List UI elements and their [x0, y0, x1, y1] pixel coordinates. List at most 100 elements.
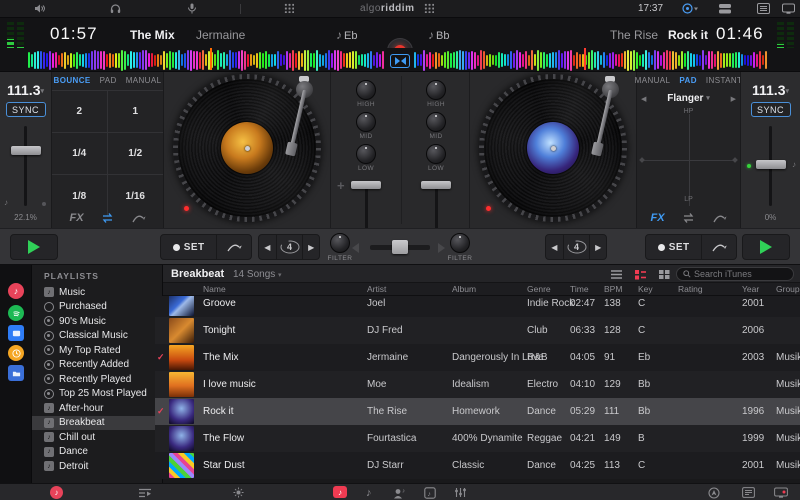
sidebar-item-my-top-rated[interactable]: My Top Rated	[32, 343, 162, 358]
tab-instant[interactable]: INSTANT	[706, 76, 742, 85]
history-source-icon[interactable]	[8, 345, 24, 361]
cue-jump-icon[interactable]	[712, 212, 727, 224]
column-header-bpm[interactable]: BPM	[604, 284, 622, 294]
spotify-source-icon[interactable]	[8, 305, 24, 321]
waveform-right[interactable]	[414, 49, 770, 71]
tab-bounce[interactable]: BOUNCE	[54, 76, 91, 85]
column-header-album[interactable]: Album	[452, 284, 476, 294]
play-button-left[interactable]	[10, 234, 58, 260]
tempo-handle-right[interactable]	[756, 160, 786, 169]
sidebar-item-chill-out[interactable]: ♪Chill out	[32, 430, 162, 445]
music-library-source-icon[interactable]: ♪	[50, 486, 63, 499]
genres-tab-icon[interactable]	[454, 487, 467, 498]
tonearm-left[interactable]	[296, 76, 326, 166]
display-icon[interactable]	[782, 3, 795, 14]
speaker-icon[interactable]	[34, 3, 45, 14]
headphones-icon[interactable]	[110, 3, 121, 14]
display-output-icon[interactable]	[774, 487, 788, 498]
loop-halve-button-right[interactable]: ◀	[546, 235, 563, 259]
artists-tab-icon[interactable]: ♪	[393, 488, 406, 499]
automix-icon[interactable]	[708, 487, 720, 499]
queue-icon[interactable]	[138, 488, 152, 498]
loop-double-button-left[interactable]: ▶	[302, 235, 319, 259]
sync-button-right[interactable]: SYNC	[751, 102, 791, 117]
tab-manual[interactable]: MANUAL	[635, 76, 671, 85]
tab-manual[interactable]: MANUAL	[126, 76, 162, 85]
grid-icon[interactable]	[284, 3, 294, 13]
table-row-rock-it[interactable]: ✓Rock itThe RiseHomeworkDance05:29111Bb1…	[155, 398, 800, 425]
fx-toggle-right[interactable]: FX	[650, 212, 664, 224]
eq-knob-high[interactable]	[426, 80, 446, 100]
albums-tab-icon[interactable]: ♪	[424, 487, 436, 499]
column-header-rating[interactable]: Rating	[678, 284, 703, 294]
sidebar-item-90-s-music[interactable]: 90's Music	[32, 314, 162, 329]
grid-view-icon[interactable]	[658, 269, 672, 280]
eq-knob-high[interactable]	[356, 80, 376, 100]
table-row-the-flow[interactable]: The FlowFourtastica400% DynamiteReggae04…	[155, 425, 800, 452]
sidebar-item-recently-played[interactable]: Recently Played	[32, 372, 162, 387]
cue-set-button-right[interactable]: SET	[646, 235, 701, 259]
table-row-groove[interactable]: GrooveJoelIndie Rock02:47138C2001	[155, 296, 800, 317]
column-header-grouping[interactable]: Grouping	[776, 284, 800, 294]
channel-fader[interactable]	[365, 181, 368, 231]
song-count[interactable]: 14 Songs ▾	[233, 269, 282, 280]
eq-knob-mid[interactable]	[426, 112, 446, 132]
crossfader-assign-left-icon[interactable]	[352, 243, 359, 253]
playlist-panel-icon[interactable]	[742, 487, 755, 498]
microphone-icon[interactable]	[187, 3, 197, 14]
sync-button-left[interactable]: SYNC	[6, 102, 46, 117]
record-session-icon[interactable]	[682, 3, 698, 14]
table-row-i-love-music[interactable]: I love musicMoeIdealismElectro04:10129Bb…	[155, 371, 800, 398]
loop-halve-button-left[interactable]: ◀	[259, 235, 276, 259]
decks-view-icon[interactable]	[718, 3, 732, 14]
crossfader-assign-right-icon[interactable]	[438, 243, 445, 253]
tempo-handle-left[interactable]	[11, 146, 41, 155]
eq-knob-mid[interactable]	[356, 112, 376, 132]
tonearm-right[interactable]	[602, 76, 632, 166]
eq-knob-low[interactable]	[426, 144, 446, 164]
files-source-icon[interactable]	[8, 365, 24, 381]
filter-knob-left[interactable]	[330, 233, 350, 253]
effect-next-icon[interactable]: ▶	[731, 95, 736, 103]
bpm-display-right[interactable]: 111.3▾	[741, 82, 800, 98]
column-header-key[interactable]: Key	[638, 284, 653, 294]
loop-pad-1[interactable]: 1	[108, 91, 164, 133]
channel-fader-handle[interactable]	[351, 181, 381, 189]
crossfader-handle[interactable]	[392, 240, 408, 254]
cue-set-button-left[interactable]: SET	[161, 235, 216, 259]
tab-pad[interactable]: PAD	[679, 76, 697, 85]
video-source-icon[interactable]	[8, 325, 24, 341]
table-row-tonight[interactable]: TonightDJ FredClub06:33128C2006	[155, 317, 800, 344]
waveform-left[interactable]	[28, 49, 386, 71]
search-input[interactable]	[694, 269, 784, 279]
play-button-right[interactable]	[742, 234, 790, 260]
fx-toggle-left[interactable]: FX	[69, 212, 83, 224]
tempo-slider-left[interactable]	[24, 126, 27, 206]
songs-tab-icon[interactable]: ♪	[333, 486, 347, 498]
table-row-star-dust[interactable]: Star DustDJ StarrClassicDance04:25113C20…	[155, 452, 800, 479]
loop-double-button-right[interactable]: ▶	[589, 235, 606, 259]
crossfade-automix-icon[interactable]	[390, 54, 410, 68]
cue-jump-icon[interactable]	[131, 212, 146, 224]
channel-fader-handle[interactable]	[421, 181, 451, 189]
library-view-icon[interactable]	[757, 3, 770, 14]
itunes-source-icon[interactable]: ♪	[8, 283, 24, 299]
table-row-the-mix[interactable]: ✓The MixJermaineDangerously In LoveR&B04…	[155, 344, 800, 371]
sidebar-item-dance[interactable]: ♪Dance	[32, 445, 162, 460]
loop-pad-1-4[interactable]: 1/4	[52, 133, 108, 175]
bpm-display-left[interactable]: 111.3▾	[0, 82, 51, 98]
loop-length-left[interactable]: 4	[276, 235, 303, 259]
sidebar-item-music[interactable]: ♪Music	[32, 285, 162, 300]
list-view-icon[interactable]	[610, 269, 624, 280]
sidebar-item-classical-music[interactable]: Classical Music	[32, 329, 162, 344]
column-header-time[interactable]: Time	[570, 284, 589, 294]
search-box[interactable]	[676, 267, 794, 281]
effect-prev-icon[interactable]: ◀	[641, 95, 646, 103]
loop-pad-1-2[interactable]: 1/2	[108, 133, 164, 175]
tab-pad[interactable]: PAD	[100, 76, 117, 85]
sidebar-item-recently-added[interactable]: Recently Added	[32, 358, 162, 373]
music-note-icon[interactable]: ♪	[366, 487, 372, 499]
detail-view-icon[interactable]	[634, 269, 648, 280]
filter-knob-right[interactable]	[450, 233, 470, 253]
effect-name[interactable]: Flanger ▾	[667, 93, 709, 104]
